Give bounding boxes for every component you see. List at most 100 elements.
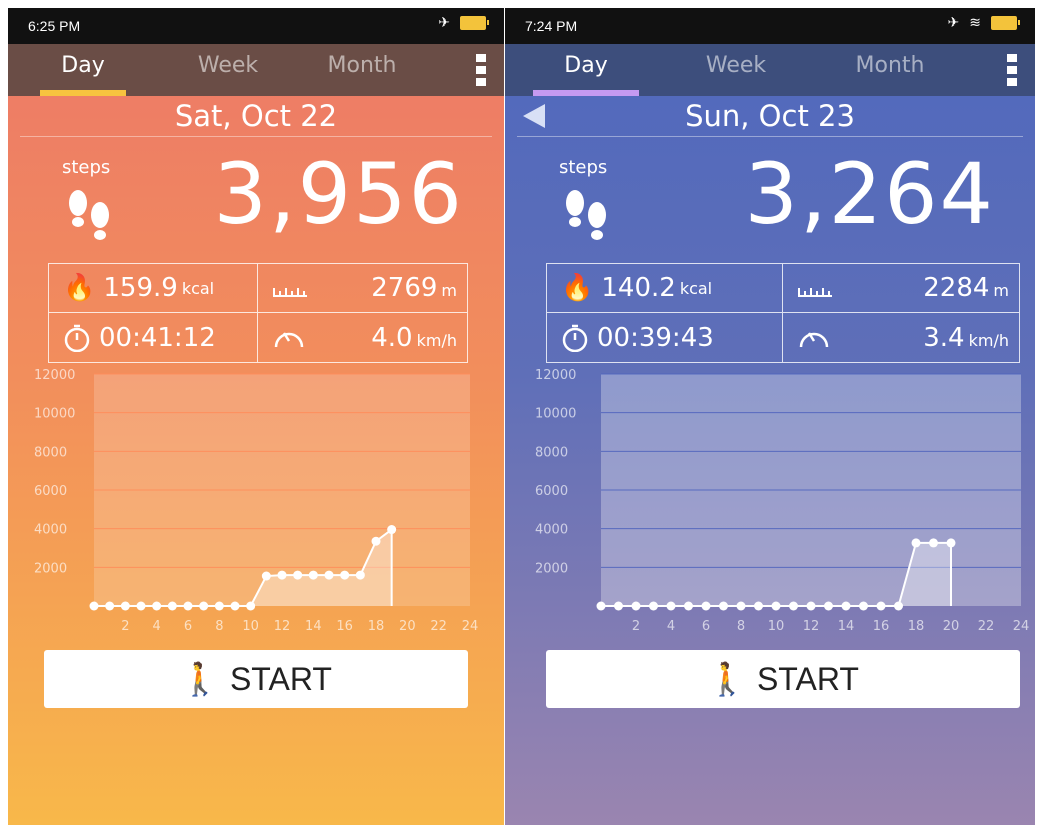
step-count: 3,956 (213, 145, 464, 243)
status-icons: ✈ (438, 15, 489, 31)
data-point (649, 601, 658, 611)
x-tick-label: 10 (768, 619, 785, 634)
x-tick-label: 6 (184, 619, 192, 634)
distance-cell: 2284 m (783, 264, 1019, 313)
battery-icon (460, 16, 489, 30)
stopwatch-icon (562, 324, 588, 352)
data-point (754, 601, 763, 611)
x-tick-label: 8 (737, 619, 745, 634)
y-tick-label: 4000 (34, 523, 67, 538)
y-tick-label: 12000 (34, 368, 75, 383)
x-tick-label: 12 (274, 619, 291, 634)
y-tick-label: 6000 (535, 484, 568, 499)
tab-month[interactable]: Month (302, 44, 422, 96)
data-point (771, 601, 781, 611)
y-tick-label: 6000 (34, 484, 67, 499)
data-point (666, 601, 676, 611)
distance-value: 2284 (923, 273, 990, 303)
walking-person-icon: 🚶 (707, 661, 747, 697)
y-tick-label: 2000 (535, 561, 568, 576)
steps-summary: steps 3,264 (505, 137, 1035, 249)
tab-day[interactable]: Day (521, 44, 651, 96)
status-icons: ✈ ≋ (947, 15, 1020, 31)
y-tick-label: 10000 (535, 407, 576, 422)
duration-cell: 00:41:12 (49, 313, 258, 362)
phone-screen-day-2: 7:24 PM ✈ ≋ Day Week Month Sun, Oct 23 s… (505, 8, 1035, 825)
x-tick-label: 16 (873, 619, 890, 634)
data-point (136, 601, 146, 611)
x-tick-label: 22 (978, 619, 995, 634)
distance-value: 2769 (371, 273, 438, 303)
data-point (183, 601, 193, 611)
speed-value: 3.4 (923, 322, 965, 353)
x-tick-label: 20 (943, 619, 960, 634)
data-point (911, 538, 921, 548)
date-label: Sat, Oct 22 (174, 99, 338, 133)
airplane-icon: ✈ (947, 15, 960, 31)
x-tick-label: 24 (462, 619, 479, 634)
calories-value: 140.2 (601, 273, 676, 303)
data-point (199, 601, 209, 611)
back-arrow-icon[interactable] (523, 104, 545, 128)
calories-unit: kcal (181, 278, 215, 298)
data-point (167, 601, 177, 611)
date-header: Sat, Oct 22 (8, 96, 504, 136)
flame-icon: 🔥 (561, 273, 594, 303)
duration-value: 00:39:43 (597, 322, 714, 353)
data-point (120, 601, 130, 611)
date-label: Sun, Oct 23 (685, 99, 855, 133)
calories-cell: 🔥 159.9 kcal (49, 264, 258, 313)
data-point (929, 538, 938, 548)
x-tick-label: 12 (803, 619, 820, 634)
calories-unit: kcal (679, 278, 713, 298)
data-point (736, 601, 746, 611)
data-point (876, 601, 886, 611)
x-tick-label: 2 (632, 619, 640, 634)
data-point (946, 538, 956, 548)
calories-value: 159.9 (103, 273, 178, 303)
data-point (293, 570, 303, 580)
start-label: START (756, 660, 859, 697)
tab-day[interactable]: Day (28, 44, 138, 96)
data-point (596, 601, 606, 611)
footprints-icon (566, 190, 606, 240)
tab-week[interactable]: Week (168, 44, 288, 96)
data-point (614, 601, 623, 611)
tab-week[interactable]: Week (671, 44, 801, 96)
speed-value: 4.0 (371, 322, 413, 353)
data-point (684, 601, 693, 611)
y-tick-label: 8000 (34, 445, 67, 460)
distance-unit: m (441, 281, 457, 300)
start-button[interactable]: 🚶 START (546, 650, 1020, 708)
steps-label: steps (559, 157, 608, 178)
x-tick-label: 14 (838, 619, 855, 634)
data-point (859, 601, 868, 611)
distance-unit: m (993, 281, 1009, 300)
data-point (631, 601, 641, 611)
data-point (824, 601, 833, 611)
steps-by-hour-chart: 120001000080006000400020002 4 6 8 10 12 14 16 18… (34, 368, 479, 634)
stats-grid: 🔥 159.9 kcal 2769 m 00:41:12 4.0 km/h (48, 263, 468, 363)
data-point (246, 601, 256, 611)
y-tick-label: 2000 (34, 561, 67, 576)
duration-value: 00:41:12 (99, 322, 216, 353)
y-tick-label: 8000 (535, 445, 568, 460)
start-button[interactable]: 🚶 START (44, 650, 468, 708)
stopwatch-icon (64, 324, 90, 352)
tab-bar: Day Week Month (8, 44, 504, 96)
date-header: Sun, Oct 23 (505, 96, 1035, 136)
step-count: 3,264 (744, 145, 995, 243)
overflow-menu-icon[interactable] (1007, 54, 1017, 86)
overflow-menu-icon[interactable] (476, 54, 486, 86)
ruler-icon (273, 288, 307, 297)
status-time: 7:24 PM (525, 18, 578, 34)
speed-unit: km/h (416, 330, 457, 350)
airplane-icon: ✈ (438, 15, 450, 31)
speed-cell: 4.0 km/h (258, 313, 467, 362)
y-tick-label: 4000 (535, 523, 568, 538)
data-point (261, 571, 271, 581)
data-point (152, 601, 162, 611)
tab-month[interactable]: Month (825, 44, 955, 96)
y-tick-label: 10000 (34, 407, 75, 422)
data-point (894, 601, 903, 611)
